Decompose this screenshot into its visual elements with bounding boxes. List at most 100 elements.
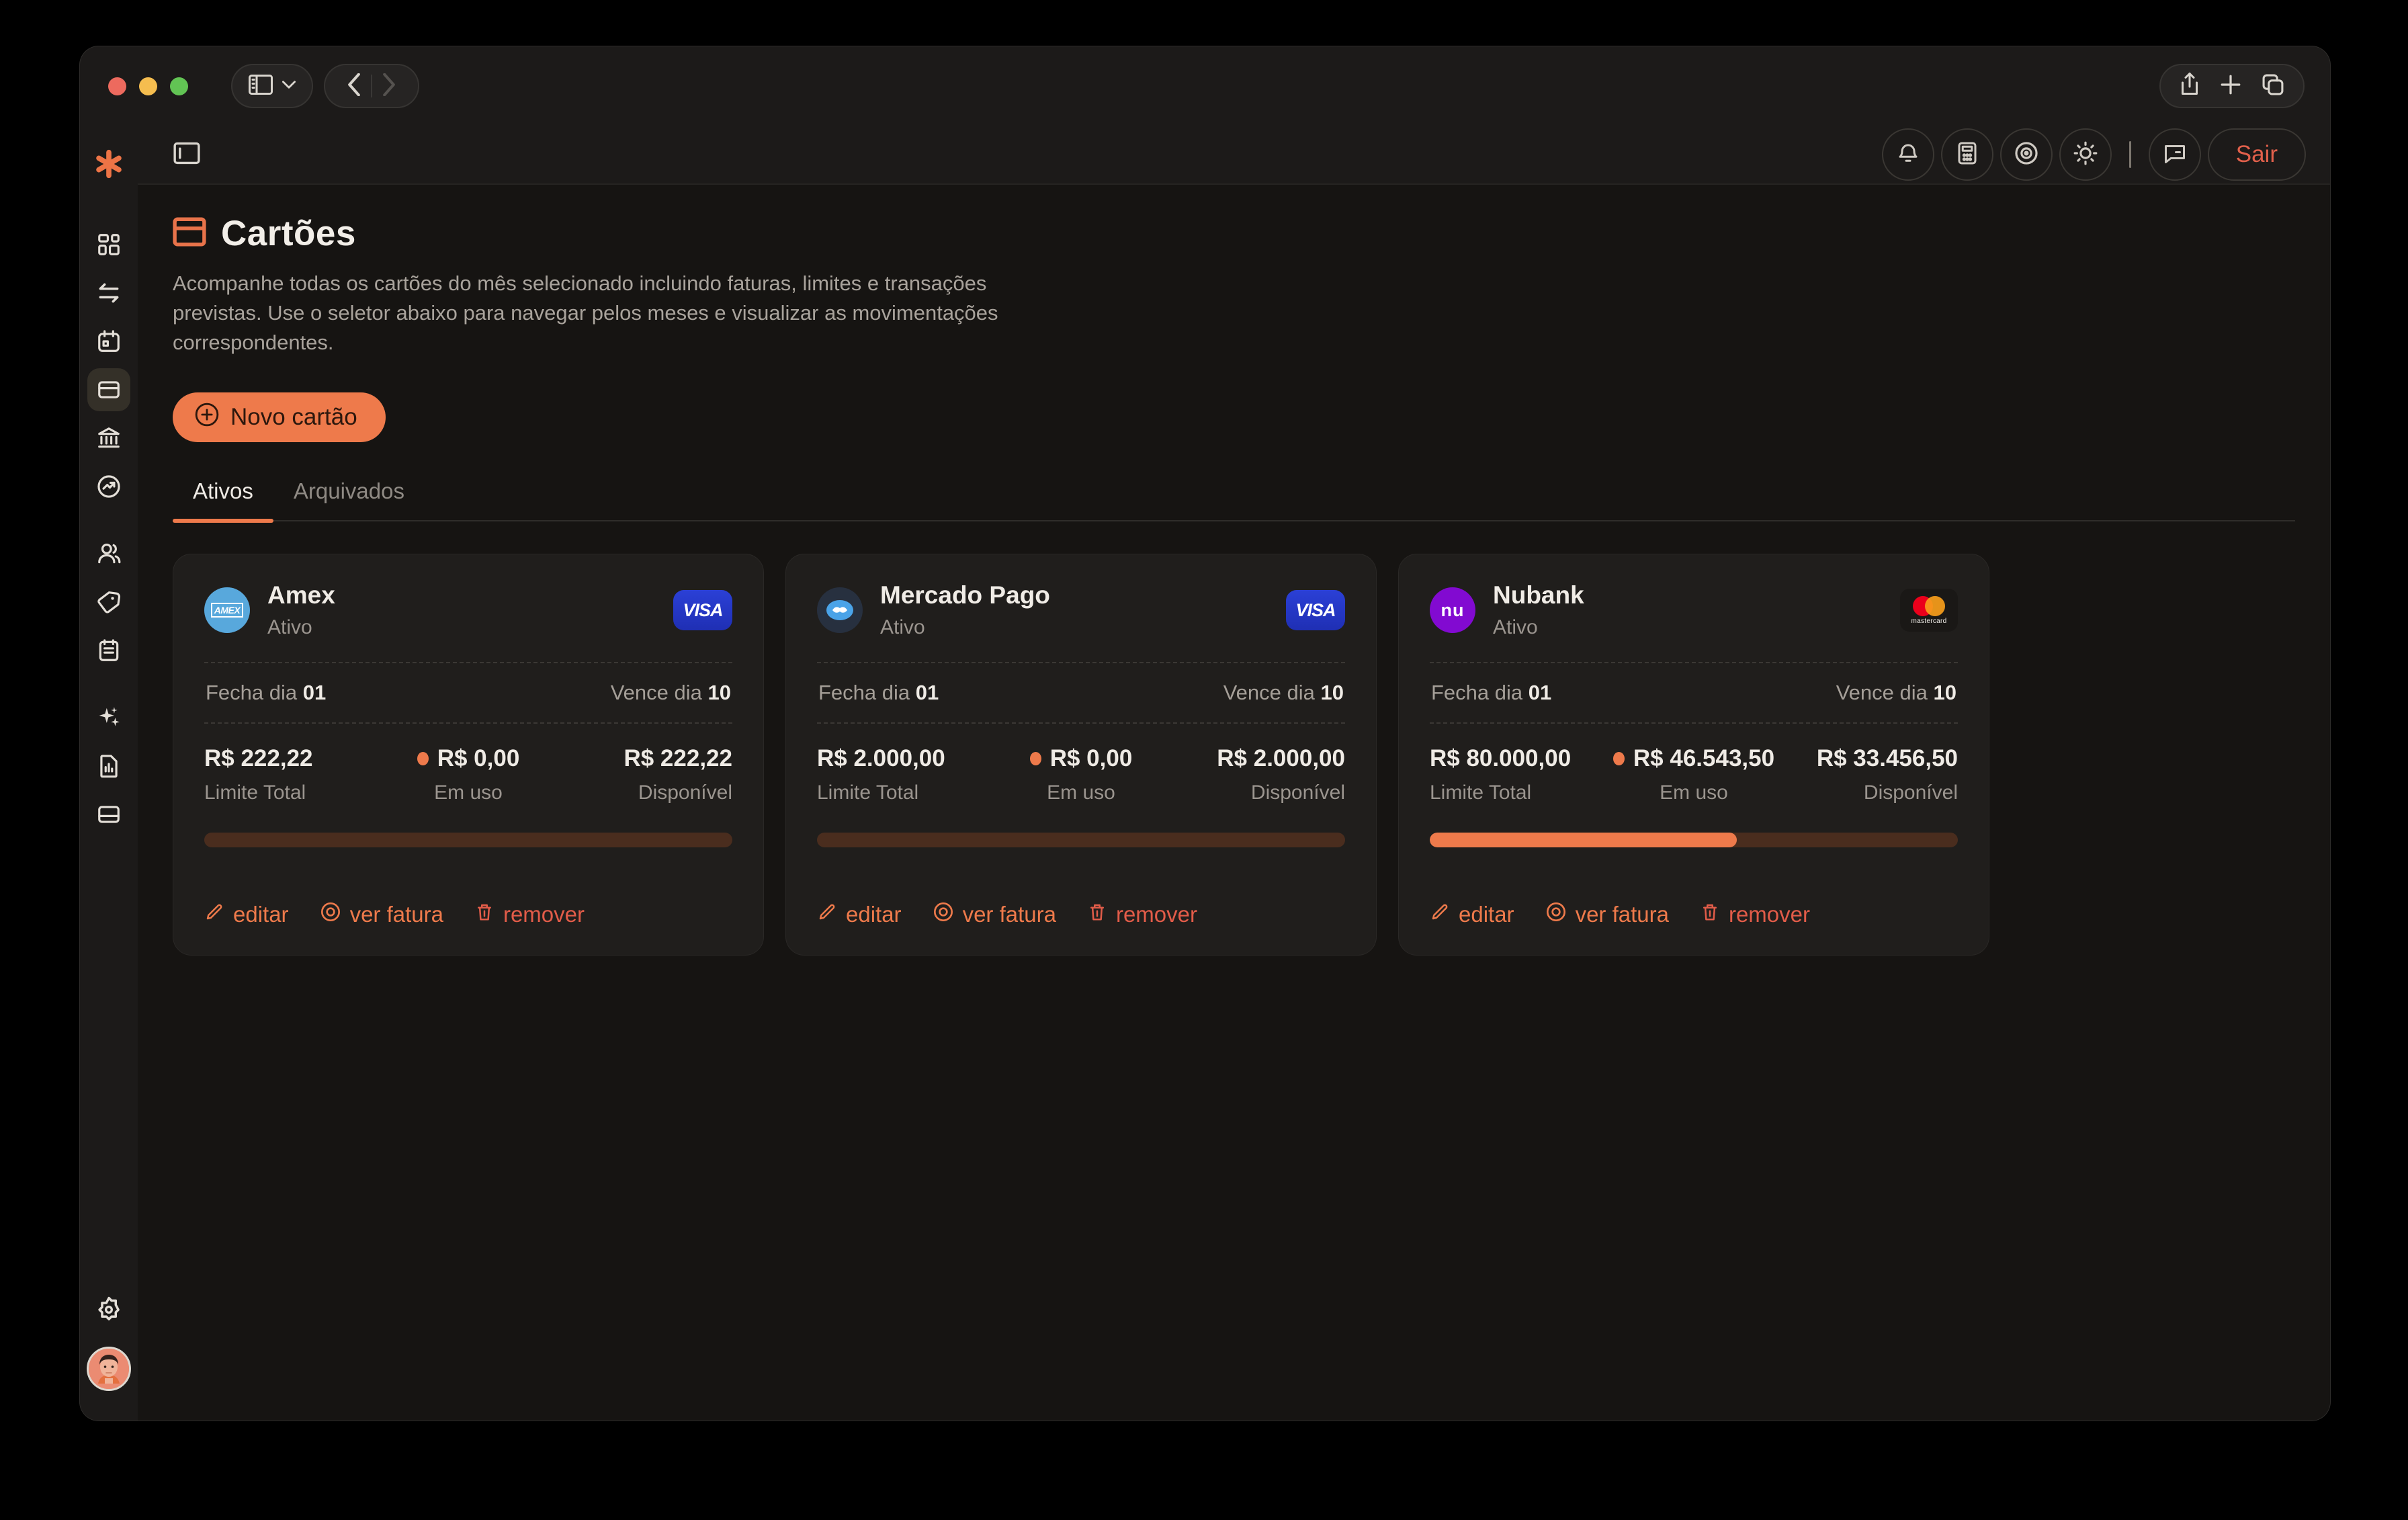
used-dot — [417, 752, 429, 765]
used-dot — [1030, 752, 1041, 765]
back-icon[interactable] — [347, 73, 361, 99]
available-value: R$ 222,22 — [624, 745, 732, 772]
minimize-window-button[interactable] — [139, 77, 157, 95]
panel-icon[interactable] — [173, 142, 201, 168]
view-invoice-link[interactable]: ver fatura — [1545, 901, 1669, 928]
card-avatar: AMEX — [204, 587, 250, 633]
sidebar-toggle-button[interactable] — [231, 64, 313, 108]
titlebar — [80, 46, 2330, 126]
remove-card-link[interactable]: remover — [474, 902, 585, 927]
available-value: R$ 33.456,50 — [1817, 745, 1958, 772]
sidebar-item-reports[interactable] — [87, 745, 130, 788]
remove-card-link[interactable]: remover — [1700, 902, 1810, 927]
window-actions — [2159, 64, 2305, 108]
share-icon[interactable] — [2180, 73, 2200, 100]
sidebar-item-ai[interactable] — [87, 696, 130, 739]
mastercard-circles-icon — [1913, 596, 1945, 616]
sidebar-item-calendar[interactable] — [87, 320, 130, 363]
used-value: R$ 0,00 — [417, 745, 520, 772]
theme-button[interactable] — [2059, 128, 2112, 181]
due-day: Vence dia 10 — [1836, 681, 1956, 705]
eye-icon — [2014, 140, 2039, 169]
limit-progress — [204, 833, 732, 847]
status-badge: Ativo — [880, 616, 1050, 639]
trash-icon — [474, 902, 494, 927]
header-divider — [2129, 141, 2131, 168]
app-window: Sair Cartões Acompanhe todas os cartões … — [80, 46, 2330, 1421]
available-value: R$ 2.000,00 — [1217, 745, 1345, 772]
tab-arquivados[interactable]: Arquivados — [273, 478, 425, 520]
close-window-button[interactable] — [108, 77, 126, 95]
sidebar-item-cards[interactable] — [87, 368, 130, 411]
sidebar-rail — [80, 126, 138, 1421]
card-avatar — [817, 587, 863, 633]
used-value: R$ 0,00 — [1030, 745, 1133, 772]
privacy-button[interactable] — [2000, 128, 2053, 181]
card-name: Nubank — [1493, 581, 1584, 609]
sidebar-item-users[interactable] — [87, 532, 130, 575]
limit-value: R$ 2.000,00 — [817, 745, 945, 772]
trash-icon — [1700, 902, 1720, 927]
sun-icon — [2073, 140, 2098, 169]
bell-icon — [1896, 141, 1920, 169]
close-day: Fecha dia 01 — [1431, 681, 1551, 705]
settings-gear-icon[interactable] — [95, 1296, 122, 1326]
traffic-lights — [108, 77, 188, 95]
plus-icon[interactable] — [2220, 74, 2241, 99]
logout-label: Sair — [2236, 141, 2278, 168]
view-invoice-link[interactable]: ver fatura — [933, 901, 1056, 928]
sidebar-toggle-icon — [249, 75, 273, 98]
card-avatar: nu — [1430, 587, 1475, 633]
mastercard-badge: mastercard — [1900, 589, 1958, 632]
sidebar-item-subscriptions[interactable] — [87, 793, 130, 836]
pencil-icon — [204, 902, 224, 927]
limit-progress — [1430, 833, 1958, 847]
sidebar-item-dashboard[interactable] — [87, 223, 130, 266]
target-icon — [933, 901, 954, 928]
pencil-icon — [1430, 902, 1450, 927]
sidebar-item-bank[interactable] — [87, 417, 130, 460]
due-day: Vence dia 10 — [611, 681, 731, 705]
notifications-button[interactable] — [1882, 128, 1934, 181]
card-amex: AMEX Amex Ativo VISA Fecha dia 01 Vence … — [173, 554, 764, 956]
edit-card-link[interactable]: editar — [204, 902, 289, 927]
remove-card-link[interactable]: remover — [1087, 902, 1197, 927]
calculator-icon — [1956, 141, 1979, 169]
new-card-button[interactable]: Novo cartão — [173, 392, 386, 442]
close-day: Fecha dia 01 — [818, 681, 939, 705]
cards-list: AMEX Amex Ativo VISA Fecha dia 01 Vence … — [173, 554, 2295, 956]
tab-ativos[interactable]: Ativos — [173, 478, 273, 520]
user-avatar[interactable] — [87, 1347, 131, 1391]
chat-icon — [2163, 141, 2187, 169]
app-header: Sair — [138, 126, 2330, 185]
edit-card-link[interactable]: editar — [1430, 902, 1514, 927]
limit-progress — [817, 833, 1345, 847]
target-icon — [320, 901, 341, 928]
desktop: Sair Cartões Acompanhe todas os cartões … — [0, 0, 2408, 1520]
calculator-button[interactable] — [1941, 128, 1993, 181]
zoom-window-button[interactable] — [170, 77, 188, 95]
logout-button[interactable]: Sair — [2208, 128, 2306, 181]
card-mercado-pago: Mercado Pago Ativo VISA Fecha dia 01 Ven… — [785, 554, 1377, 956]
chevron-down-icon — [282, 80, 296, 92]
copy-icon[interactable] — [2262, 73, 2284, 99]
limit-value: R$ 222,22 — [204, 745, 313, 772]
sidebar-item-investments[interactable] — [87, 465, 130, 508]
card-name: Mercado Pago — [880, 581, 1050, 609]
status-badge: Ativo — [1493, 616, 1584, 639]
page-content: Cartões Acompanhe todas os cartões do mê… — [138, 185, 2330, 1421]
cards-title-icon — [173, 217, 206, 250]
forward-icon[interactable] — [382, 73, 396, 99]
status-badge: Ativo — [267, 616, 335, 639]
new-card-label: Novo cartão — [230, 404, 357, 431]
used-value: R$ 46.543,50 — [1613, 745, 1774, 772]
sidebar-item-tags[interactable] — [87, 581, 130, 624]
card-name: Amex — [267, 581, 335, 609]
feedback-button[interactable] — [2149, 128, 2201, 181]
edit-card-link[interactable]: editar — [817, 902, 902, 927]
page-description: Acompanhe todas os cartões do mês seleci… — [173, 269, 1080, 357]
sidebar-item-notes[interactable] — [87, 629, 130, 672]
view-invoice-link[interactable]: ver fatura — [320, 901, 443, 928]
sidebar-item-transactions[interactable] — [87, 271, 130, 314]
history-nav — [324, 64, 419, 108]
